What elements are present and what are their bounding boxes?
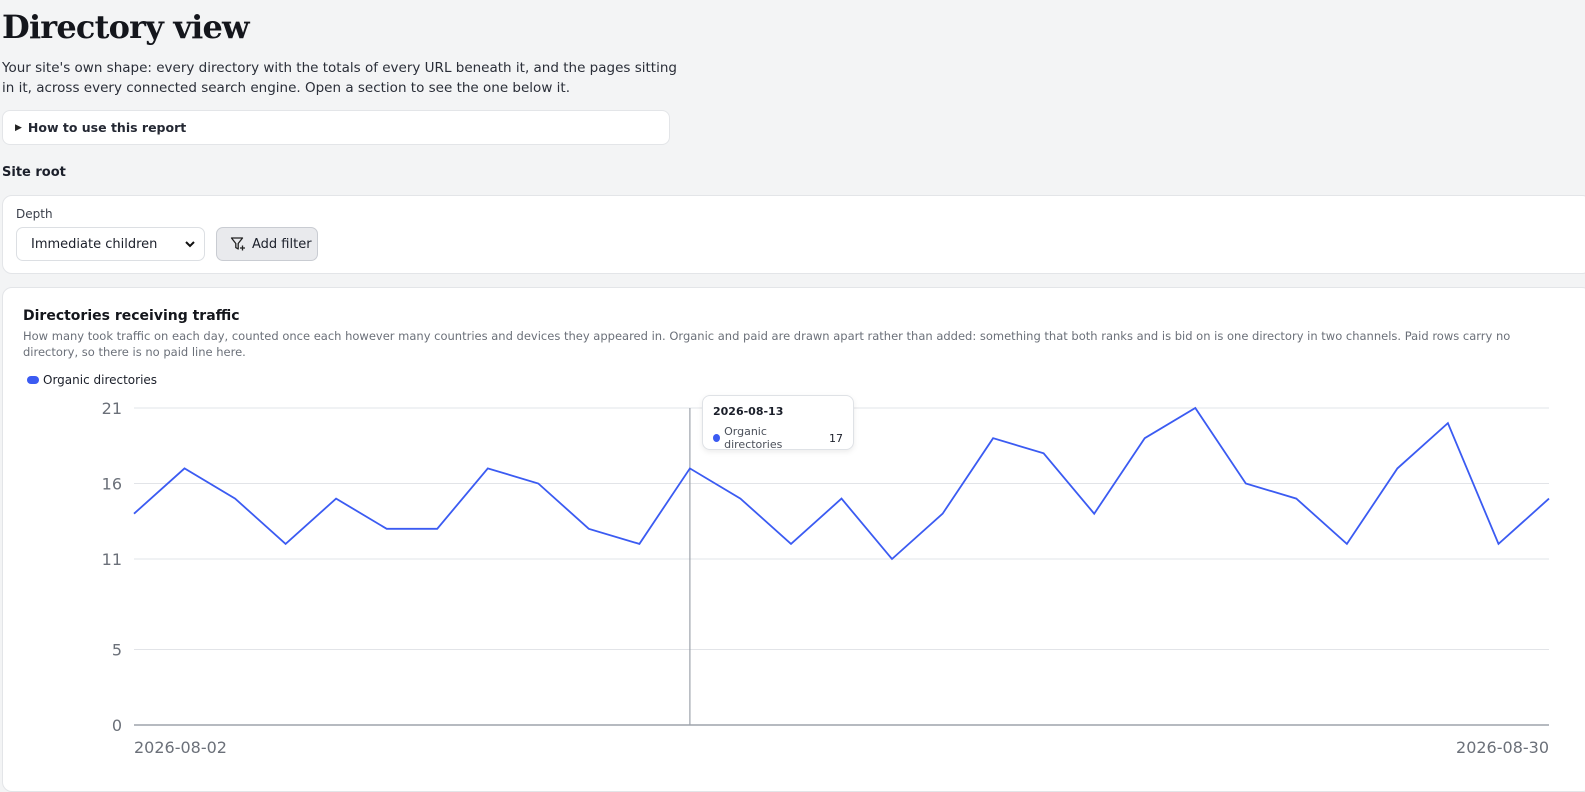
tooltip-date: 2026-08-13 <box>713 405 784 418</box>
tooltip-value: 17 <box>829 431 843 445</box>
y-tick-label: 16 <box>102 474 122 493</box>
line-chart[interactable]: 0 5 11 16 21 2026-08-02 2026-08-30 <box>3 288 1585 791</box>
tooltip-series-dot <box>713 434 721 442</box>
add-filter-button[interactable]: Add filter <box>216 227 318 261</box>
page-title: Directory view <box>2 8 250 46</box>
depth-select[interactable]: Immediate children <box>16 227 205 261</box>
y-tick-label: 11 <box>102 550 122 569</box>
section-label: Site root <box>2 165 66 180</box>
y-tick-label: 5 <box>112 641 122 660</box>
y-tick-label: 21 <box>102 399 122 418</box>
filter-card: Depth Immediate children Add filter <box>2 195 1585 274</box>
disclosure-triangle-icon: ▶ <box>15 122 22 133</box>
chevron-down-icon <box>185 241 195 248</box>
tooltip-series-name: Organic directories <box>724 425 783 451</box>
depth-select-value: Immediate children <box>31 236 158 252</box>
page-description: Your site's own shape: every directory w… <box>2 60 677 96</box>
x-tick-label: 2026-08-02 <box>134 738 227 757</box>
x-tick-label: 2026-08-30 <box>1456 738 1549 757</box>
how-to-use-label: How to use this report <box>27 120 187 135</box>
chart-card: Directories receiving traffic How many t… <box>2 287 1585 792</box>
tooltip-row: Organic directories 17 <box>713 425 843 451</box>
add-filter-label: Add filter <box>252 236 312 252</box>
chart-tooltip: 2026-08-13 Organic directories 17 <box>702 395 854 451</box>
filter-plus-icon <box>230 237 245 251</box>
how-to-use-disclosure[interactable]: ▶ How to use this report <box>2 110 670 145</box>
y-tick-label: 0 <box>112 716 122 735</box>
depth-label: Depth <box>16 207 53 221</box>
